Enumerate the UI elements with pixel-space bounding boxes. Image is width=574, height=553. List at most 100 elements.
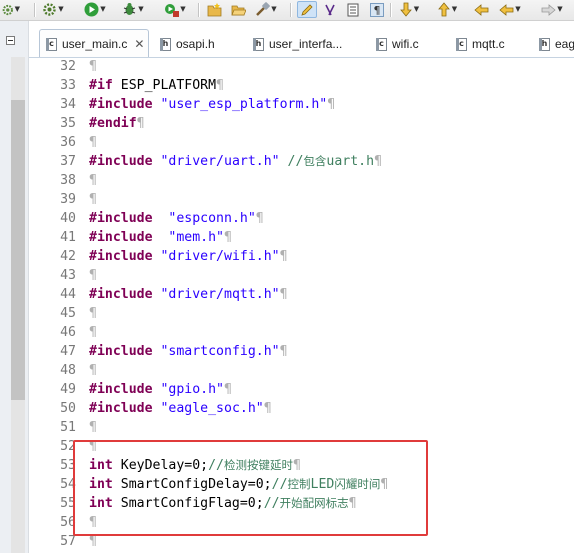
code-text: #include "driver/uart.h" //包含uart.h¶ bbox=[89, 152, 382, 171]
keyword-token: #if bbox=[89, 78, 113, 93]
string-token: "driver/wifi.h" bbox=[160, 249, 280, 264]
tab-eagle-h[interactable]: h eag bbox=[539, 31, 574, 57]
line-number: 43 bbox=[60, 268, 76, 283]
external-tools-icon[interactable]: ▼ bbox=[162, 1, 188, 18]
pilcrow-mark: ¶ bbox=[279, 249, 288, 264]
line-number: 40 bbox=[60, 211, 76, 226]
highlight-box bbox=[73, 440, 428, 536]
pilcrow-mark: ¶ bbox=[89, 135, 97, 150]
code-text: #include "gpio.h"¶ bbox=[89, 380, 232, 399]
tab-label: eag bbox=[555, 37, 574, 51]
code-text: ¶ bbox=[89, 58, 97, 76]
line-number: 51 bbox=[60, 420, 76, 435]
pilcrow-mark: ¶ bbox=[136, 116, 145, 131]
forward-icon[interactable]: ▼ bbox=[537, 1, 567, 18]
code-text: #include "mem.h"¶ bbox=[89, 228, 232, 247]
new-folder-icon[interactable] bbox=[205, 1, 223, 18]
keyword-token: #include bbox=[89, 97, 153, 112]
code-text: ¶ bbox=[89, 304, 97, 323]
keyword-token: #include bbox=[89, 211, 153, 226]
pilcrow-mark: ¶ bbox=[255, 211, 264, 226]
line-number: 36 bbox=[60, 135, 76, 150]
pilcrow-mark: ¶ bbox=[89, 534, 97, 549]
code-text: ¶ bbox=[89, 171, 97, 190]
main-toolbar: ▼ ▼ ▼ ▼ ▼ ▼ ¶ ▼ ▼ ▼ ▼ bbox=[0, 0, 574, 21]
pilcrow-mark: ¶ bbox=[216, 78, 224, 93]
tab-mqtt-c[interactable]: c mqtt.c bbox=[456, 31, 505, 57]
keyword-token: #include bbox=[89, 154, 153, 169]
pilcrow-mark: ¶ bbox=[89, 325, 97, 340]
line-number: 57 bbox=[60, 534, 76, 549]
comment-token: //包含uart.h bbox=[287, 154, 375, 169]
line-number: 42 bbox=[60, 249, 76, 264]
tab-user-interface-h[interactable]: h user_interfa... bbox=[253, 31, 342, 57]
keyword-token: #include bbox=[89, 287, 153, 302]
format-icon[interactable] bbox=[321, 1, 339, 18]
pilcrow-mark: ¶ bbox=[374, 154, 383, 169]
string-token: "driver/uart.h" bbox=[160, 154, 280, 169]
h-file-icon: h bbox=[253, 37, 264, 51]
last-edit-icon[interactable] bbox=[470, 1, 492, 18]
pilcrow-mark: ¶ bbox=[279, 344, 288, 359]
code-text: #include "espconn.h"¶ bbox=[89, 209, 264, 228]
line-number: 47 bbox=[60, 344, 76, 359]
line-number: 50 bbox=[60, 401, 76, 416]
string-token: "eagle_soc.h" bbox=[160, 401, 264, 416]
debug-icon[interactable]: ▼ bbox=[120, 1, 146, 18]
pen-icon[interactable] bbox=[297, 1, 317, 18]
tab-wifi-c[interactable]: c wifi.c bbox=[376, 31, 419, 57]
pilcrow-mark: ¶ bbox=[327, 97, 336, 112]
pilcrow-mark: ¶ bbox=[89, 306, 97, 321]
string-token: "espconn.h" bbox=[168, 211, 256, 226]
code-text: ¶ bbox=[89, 418, 97, 437]
scrollbar-thumb[interactable] bbox=[11, 100, 25, 400]
build-icon[interactable]: ▼ bbox=[253, 1, 279, 18]
editor-tab-bar: c user_main.c ✕ h osapi.h h user_interfa… bbox=[29, 21, 574, 58]
pilcrow-mark: ¶ bbox=[263, 401, 272, 416]
code-text: ¶ bbox=[89, 133, 97, 152]
pilcrow-mark: ¶ bbox=[89, 363, 97, 378]
debug-gear-icon[interactable]: ▼ bbox=[40, 1, 66, 18]
line-number: 55 bbox=[60, 496, 76, 511]
line-number: 49 bbox=[60, 382, 76, 397]
open-folder-icon[interactable] bbox=[229, 1, 247, 18]
line-number: 48 bbox=[60, 363, 76, 378]
code-token: ESP_PLATFORM bbox=[112, 78, 217, 93]
string-token: "driver/mqtt.h" bbox=[160, 287, 280, 302]
pilcrow-mark: ¶ bbox=[89, 173, 97, 188]
keyword-token: #include bbox=[89, 230, 153, 245]
line-number: 54 bbox=[60, 477, 76, 492]
pilcrow-mark: ¶ bbox=[89, 268, 97, 283]
pilcrow-mark: ¶ bbox=[89, 420, 97, 435]
line-number: 46 bbox=[60, 325, 76, 340]
pilcrow-mark: ¶ bbox=[89, 192, 97, 207]
line-number: 41 bbox=[60, 230, 76, 245]
string-token: "mem.h" bbox=[168, 230, 224, 245]
line-number: 38 bbox=[60, 173, 76, 188]
run-icon[interactable]: ▼ bbox=[82, 1, 108, 18]
pilcrow-mark: ¶ bbox=[279, 287, 288, 302]
code-text: #include "driver/mqtt.h"¶ bbox=[89, 285, 288, 304]
code-text: #include "driver/wifi.h"¶ bbox=[89, 247, 288, 266]
minimize-icon[interactable] bbox=[6, 36, 15, 45]
close-icon[interactable]: ✕ bbox=[134, 37, 144, 51]
keyword-token: #include bbox=[89, 382, 153, 397]
tab-label: user_main.c bbox=[62, 37, 128, 51]
h-file-icon: h bbox=[160, 37, 171, 51]
gear-icon[interactable]: ▼ bbox=[2, 1, 20, 18]
tab-user-main-c[interactable]: c user_main.c ✕ bbox=[39, 29, 150, 57]
pages-icon[interactable] bbox=[344, 1, 362, 18]
code-text: ¶ bbox=[89, 190, 97, 209]
next-annotation-icon[interactable]: ▼ bbox=[396, 1, 422, 18]
c-file-icon: c bbox=[46, 37, 57, 51]
keyword-token: #include bbox=[89, 401, 153, 416]
back-icon[interactable]: ▼ bbox=[497, 1, 523, 18]
paragraph-icon[interactable]: ¶ bbox=[367, 1, 387, 18]
pilcrow-mark: ¶ bbox=[224, 382, 232, 397]
line-number: 56 bbox=[60, 515, 76, 530]
tab-osapi-h[interactable]: h osapi.h bbox=[160, 31, 215, 57]
prev-annotation-icon[interactable]: ▼ bbox=[434, 1, 460, 18]
